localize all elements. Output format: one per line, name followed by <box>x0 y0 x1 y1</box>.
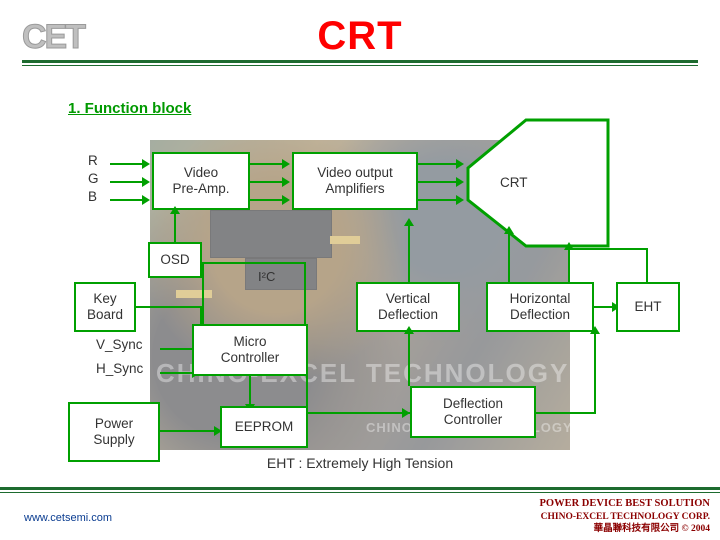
input-label-g: G <box>88 171 99 186</box>
arrow-eht-up-line <box>568 248 570 282</box>
crt-funnel-shape[interactable] <box>466 118 610 248</box>
arrow-vdef-up-head <box>404 218 414 226</box>
arrow-g-line <box>110 181 142 183</box>
arrow-eht-up-line3 <box>646 248 648 282</box>
arrow-amp-crt-2-head <box>456 177 464 187</box>
arrow-r-head <box>142 159 150 169</box>
arrow-r-line <box>110 163 142 165</box>
block-power-supply[interactable]: Power Supply <box>68 402 160 462</box>
arrow-amp-crt-1-line <box>418 163 456 165</box>
photo-chip-1 <box>210 210 332 258</box>
arrow-amp-crt-3-line <box>418 199 456 201</box>
footer-url[interactable]: www.cetsemi.com <box>24 512 112 524</box>
i2c-bus-vertical <box>202 262 204 324</box>
arrow-bus-defctrl-head <box>402 408 410 418</box>
arrow-g-head <box>142 177 150 187</box>
label-h-sync: H_Sync <box>96 361 144 376</box>
footer-line-2: CHINO-EXCEL TECHNOLOGY CORP. <box>540 511 710 522</box>
header-rule-thick <box>22 60 698 63</box>
arrow-b-line <box>110 199 142 201</box>
arrow-vdef-up-line <box>408 224 410 282</box>
note-eht-definition: EHT : Extremely High Tension <box>266 455 454 471</box>
arrow-eht-up-head <box>564 242 574 250</box>
block-key-board[interactable]: Key Board <box>74 282 136 332</box>
bus-mcu-down <box>306 350 308 412</box>
slide-root: CET CRT 1. Function block CHINO-EXCEL TE… <box>0 0 720 540</box>
arrow-preamp-out-3-head <box>282 195 290 205</box>
arrow-hdef-up-head <box>504 226 514 234</box>
footer-line-3: 華晶聯科技有限公司 © 2004 <box>593 524 710 534</box>
page-title: CRT <box>317 14 403 58</box>
arrow-amp-crt-3-head <box>456 195 464 205</box>
arrow-power-eeprom-line <box>160 430 218 432</box>
arrow-preamp-out-1-head <box>282 159 290 169</box>
arrow-hdef-up-line <box>508 232 510 282</box>
footer-company-info: POWER DEVICE BEST SOLUTION CHINO-EXCEL T… <box>540 498 710 536</box>
arrow-hsync-line <box>160 372 192 374</box>
block-video-output-amplifiers[interactable]: Video output Amplifiers <box>292 152 418 210</box>
arrow-preamp-out-1-line <box>250 163 282 165</box>
i2c-bus-horizontal <box>202 262 306 264</box>
block-micro-controller[interactable]: Micro Controller <box>192 324 308 376</box>
arrow-defctrl-hdef-head <box>590 326 600 334</box>
section-heading: 1. Function block <box>68 100 192 117</box>
header-rule-thin <box>22 65 698 66</box>
block-vertical-deflection[interactable]: Vertical Deflection <box>356 282 460 332</box>
arrow-defctrl-vdef-line <box>408 332 410 386</box>
arrow-preamp-out-2-line <box>250 181 282 183</box>
block-osd[interactable]: OSD <box>148 242 202 278</box>
arrow-vsync-line <box>160 348 192 350</box>
arrow-osd-up-line <box>174 212 176 242</box>
footer-rule-thin <box>0 492 720 493</box>
block-video-preamp[interactable]: Video Pre-Amp. <box>152 152 250 210</box>
arrow-amp-crt-2-line <box>418 181 456 183</box>
arrow-power-eeprom-head <box>214 426 222 436</box>
footer-rule-thick <box>0 487 720 490</box>
block-deflection-controller[interactable]: Deflection Controller <box>410 386 536 438</box>
arrow-preamp-out-2-head <box>282 177 290 187</box>
block-eht[interactable]: EHT <box>616 282 680 332</box>
label-v-sync: V_Sync <box>96 337 143 352</box>
input-label-r: R <box>88 153 98 168</box>
arrow-preamp-out-3-line <box>250 199 282 201</box>
i2c-bus-vertical-2 <box>304 262 306 324</box>
block-horizontal-deflection[interactable]: Horizontal Deflection <box>486 282 594 332</box>
label-i2c: I²C <box>258 269 276 284</box>
arrow-defctrl-hdef-line-h <box>536 412 596 414</box>
input-label-b: B <box>88 189 98 204</box>
arrow-mcu-eeprom-line <box>249 376 251 406</box>
arrow-defctrl-vdef-head <box>404 326 414 334</box>
arrow-eht-up-line2 <box>568 248 648 250</box>
block-eeprom[interactable]: EEPROM <box>220 406 308 448</box>
arrow-bus-defctrl-line <box>308 412 410 414</box>
arrow-amp-crt-1-head <box>456 159 464 169</box>
photo-lead-3 <box>176 290 212 298</box>
footer-line-1: POWER DEVICE BEST SOLUTION <box>539 498 710 509</box>
arrow-osd-up-head <box>170 206 180 214</box>
arrow-b-head <box>142 195 150 205</box>
block-crt-label: CRT <box>500 175 528 190</box>
arrow-keyboard-line-h <box>136 306 202 308</box>
photo-lead-2 <box>330 236 360 244</box>
arrow-defctrl-hdef-line-v <box>594 332 596 412</box>
